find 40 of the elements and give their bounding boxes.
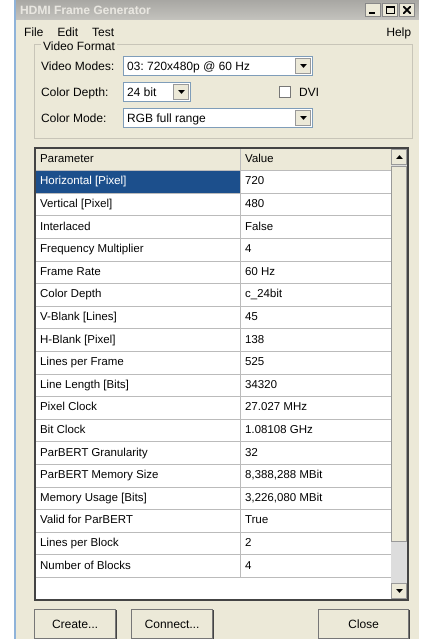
button[interactable]: Connect... <box>131 609 213 639</box>
scrollbar[interactable] <box>391 148 407 599</box>
checkbox-label: DVI <box>299 84 320 101</box>
table-row[interactable]: ParBERT Memory Size 8,388,288 MBit <box>36 464 391 488</box>
field-label: Video Modes: <box>41 58 116 75</box>
window-title: HDMI Frame Generator <box>20 2 151 19</box>
table-row[interactable]: Vertical [Pixel] 480 <box>36 194 391 216</box>
scroll-thumb[interactable] <box>391 166 407 542</box>
table-row[interactable]: Lines per Block 2 <box>36 532 391 556</box>
table-row[interactable]: Memory Usage [Bits] 3,226,080 MBit <box>36 488 391 510</box>
dropdown[interactable]: 03: 720x480p @ 60 Hz <box>123 56 313 76</box>
table-row[interactable]: Frame Rate 60 Hz <box>36 262 391 284</box>
button[interactable]: Create... <box>34 609 116 639</box>
table-row[interactable]: Bit Clock 1.08108 GHz <box>36 420 391 442</box>
table-row[interactable]: Pixel Clock 27.027 MHz <box>36 397 391 420</box>
field-label: Color Mode: <box>41 110 108 127</box>
minimize-icon[interactable] <box>365 2 381 17</box>
menu-item[interactable]: Help <box>386 22 411 41</box>
table-row[interactable]: ParBERT Granularity 32 <box>36 442 391 465</box>
maximize-icon[interactable] <box>382 2 398 17</box>
table-row[interactable]: Frequency Multiplier 4 <box>36 239 391 262</box>
column-header[interactable]: Parameter <box>36 148 241 170</box>
menu-item[interactable]: File <box>24 22 44 41</box>
table-row[interactable]: Valid for ParBERT True <box>36 510 391 533</box>
table-row[interactable]: Interlaced False <box>36 216 391 240</box>
table-row[interactable]: H-Blank [Pixel] 138 <box>36 329 391 352</box>
table-row[interactable]: Color Depth c_24bit <box>36 284 391 307</box>
field-label: Color Depth: <box>41 84 110 101</box>
dropdown[interactable]: RGB full range <box>123 108 313 128</box>
table-row[interactable]: V-Blank [Lines] 45 <box>36 306 391 330</box>
scroll-down-icon[interactable] <box>391 583 407 599</box>
button[interactable]: Close <box>318 609 409 639</box>
table-row[interactable]: Lines per Frame 525 <box>36 352 391 375</box>
checkbox[interactable] <box>279 86 291 98</box>
column-header[interactable]: Value <box>241 148 391 170</box>
close-icon[interactable] <box>399 2 415 17</box>
scroll-up-icon[interactable] <box>391 148 407 165</box>
dropdown[interactable]: 24 bit <box>123 82 191 102</box>
table-row[interactable]: Number of Blocks 4 <box>36 555 391 578</box>
table-row[interactable]: Line Length [Bits] 34320 <box>36 374 391 398</box>
